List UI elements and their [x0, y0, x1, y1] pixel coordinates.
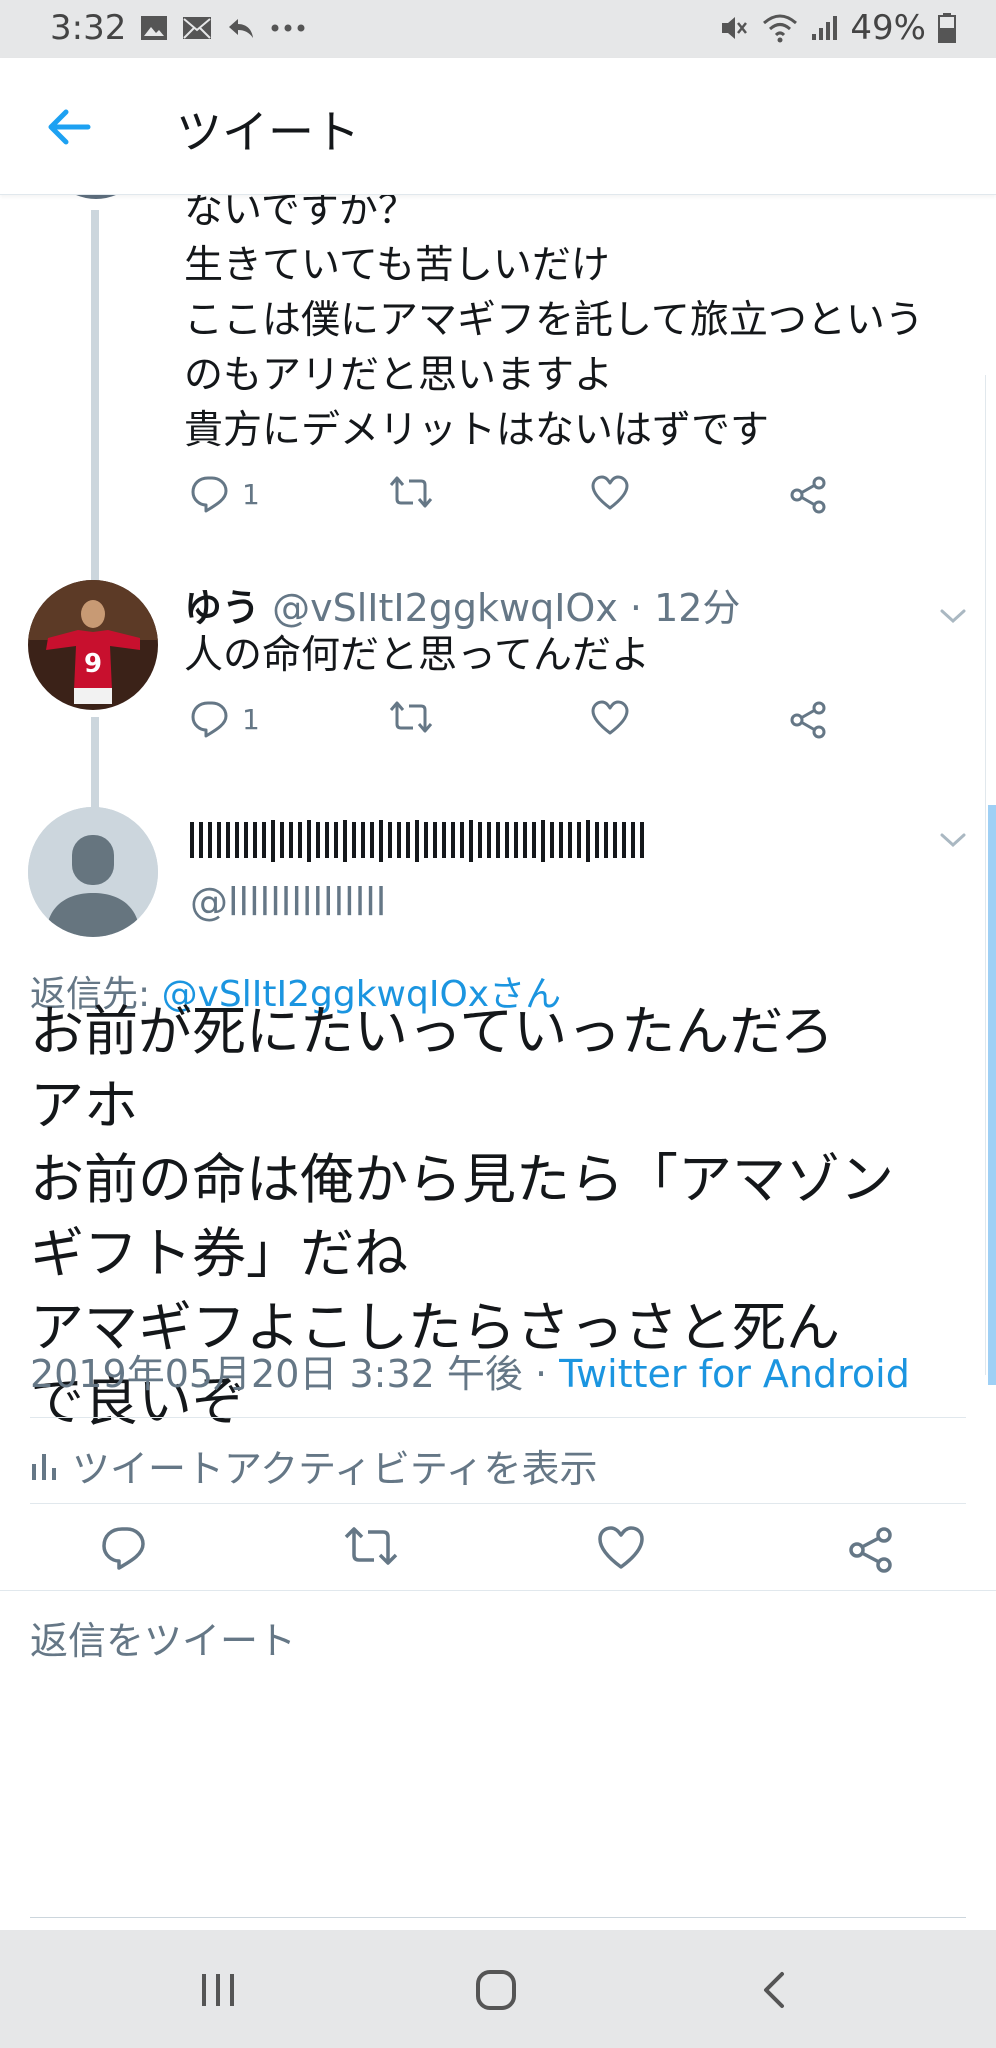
app-header: ツイート — [0, 58, 996, 195]
tweet-time: · 12分 — [629, 586, 741, 630]
reply-count: 1 — [242, 702, 260, 736]
tweet-source-link[interactable]: Twitter for Android — [559, 1352, 910, 1396]
tweet-timestamp: 2019年05月20日 3:32 午後 · — [30, 1352, 560, 1396]
signal-icon — [810, 14, 838, 42]
compose-underline — [30, 1917, 966, 1918]
home-icon[interactable] — [474, 1968, 518, 2012]
like-button[interactable] — [590, 475, 630, 511]
status-bar: 3:32 49% — [0, 0, 996, 58]
tweet-timestamp-line: 2019年05月20日 3:32 午後 · Twitter for Androi… — [30, 1343, 910, 1398]
tweet-text: 人の命何だと思ってんだよ — [184, 633, 651, 678]
image-icon — [140, 15, 168, 41]
tweet-actions: 1 — [184, 475, 864, 531]
thread-connector-line — [91, 210, 99, 580]
activity-label: ツイートアクティビティを表示 — [72, 1447, 598, 1491]
tweet-text: ないですか？ 生きていても苦しいだけ ここは僕にアマギフを託して旅立つという の… — [184, 195, 924, 453]
chevron-down-icon[interactable] — [936, 599, 970, 633]
page-title: ツイート — [176, 105, 360, 159]
reply-count: 1 — [242, 477, 260, 511]
like-button[interactable] — [596, 1525, 646, 1571]
system-nav-bar — [0, 1930, 996, 2048]
default-avatar[interactable] — [28, 807, 158, 937]
reply-compose-field[interactable]: 返信をツイート — [30, 1610, 296, 1665]
tweet-thread[interactable]: ないですか？ 生きていても苦しいだけ ここは僕にアマギフを託して旅立つという の… — [0, 195, 996, 1930]
retweet-button[interactable] — [389, 700, 433, 734]
back-icon[interactable] — [760, 1970, 790, 2010]
chevron-down-icon[interactable] — [936, 823, 970, 857]
retweet-button[interactable] — [389, 475, 433, 509]
like-button[interactable] — [590, 700, 630, 736]
avatar-partial — [44, 195, 148, 199]
battery-icon — [938, 13, 956, 43]
back-arrow-icon[interactable] — [44, 102, 94, 152]
tweet-author-line: ゆう @vSlItI2ggkwqIOx · 12分 — [184, 577, 740, 632]
user-handle[interactable]: @lllllllllllllll — [190, 880, 386, 924]
analytics-icon — [32, 1453, 56, 1480]
user-handle[interactable]: @vSlItI2ggkwqIOx — [272, 586, 618, 630]
share-button[interactable] — [788, 475, 828, 515]
mail-icon — [182, 16, 212, 40]
mute-icon — [718, 13, 750, 43]
divider — [0, 1590, 996, 1591]
tweet-actions: 1 — [184, 700, 864, 756]
avatar[interactable]: 9 — [28, 580, 158, 710]
divider — [30, 1503, 966, 1504]
reply-arrow-icon — [226, 16, 256, 40]
thread-connector-line — [91, 717, 99, 812]
battery-percent: 49% — [850, 8, 926, 48]
display-name[interactable]: ゆう — [184, 586, 260, 630]
reply-button[interactable] — [100, 1525, 148, 1571]
wifi-icon — [762, 13, 798, 43]
reply-button[interactable]: 1 — [190, 475, 260, 513]
share-button[interactable] — [846, 1525, 896, 1575]
retweet-button[interactable] — [344, 1525, 398, 1567]
recent-apps-icon[interactable] — [198, 1972, 238, 2008]
scrollbar-thumb[interactable] — [988, 805, 996, 1385]
display-name-barcode[interactable] — [190, 820, 652, 862]
tweet-activity-link[interactable]: ツイートアクティビティを表示 — [30, 1438, 598, 1493]
jersey-number: 9 — [84, 649, 102, 679]
status-time: 3:32 — [50, 8, 127, 48]
share-button[interactable] — [788, 700, 828, 740]
main-tweet-actions — [0, 1525, 996, 1595]
more-dots-icon — [270, 23, 306, 33]
reply-button[interactable]: 1 — [190, 700, 260, 738]
divider — [30, 1417, 966, 1418]
